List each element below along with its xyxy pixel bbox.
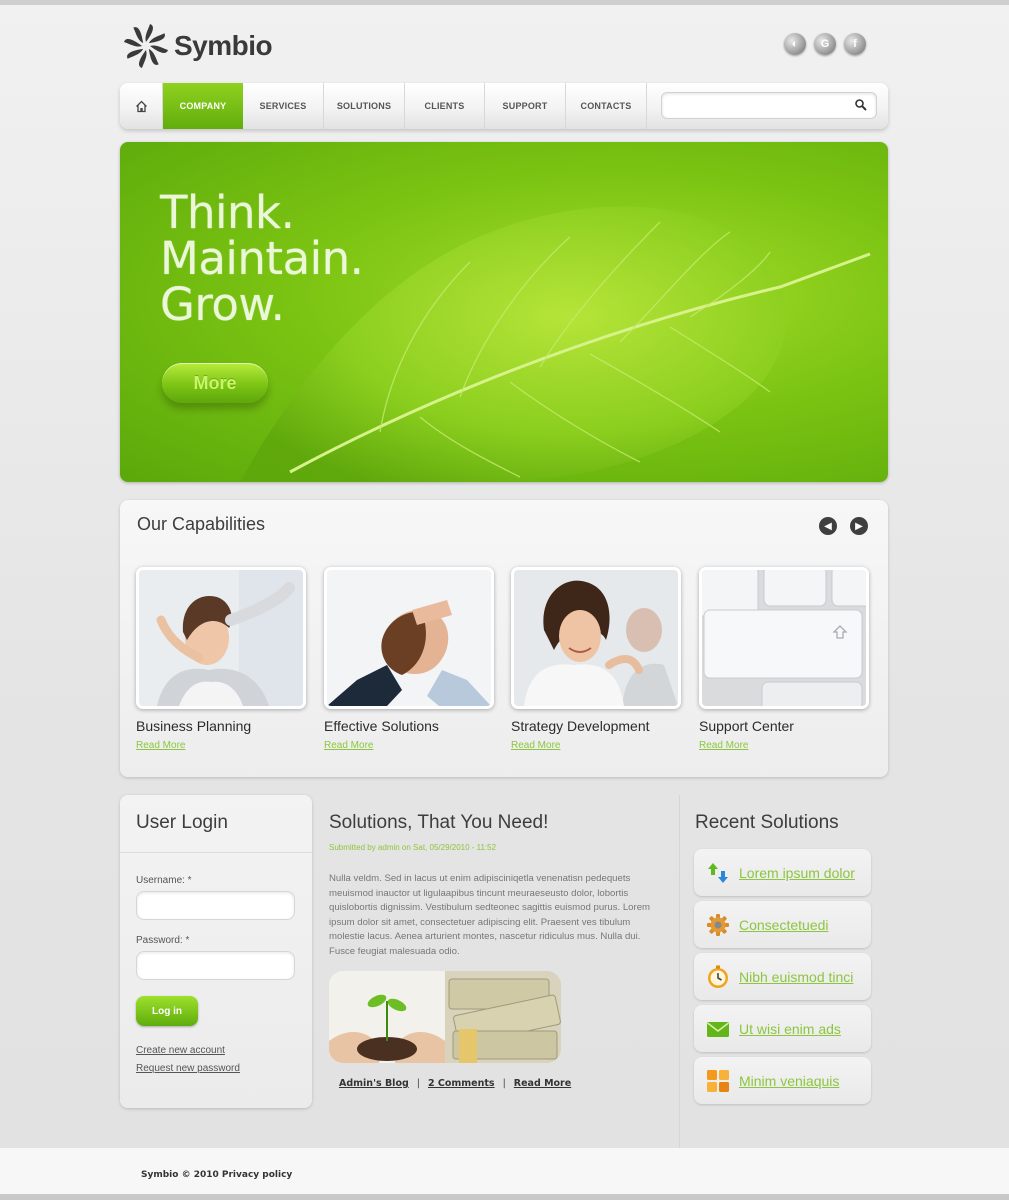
solutions-title: Solutions, That You Need! xyxy=(329,812,549,833)
login-title: User Login xyxy=(136,812,228,833)
divider xyxy=(120,852,312,853)
column-divider xyxy=(679,795,680,1150)
main-nav: COMPANY SERVICES SOLUTIONS CLIENTS SUPPO… xyxy=(120,83,888,129)
capabilities-panel: Our Capabilities ◀ ▶ Business Planning R… xyxy=(120,500,888,777)
read-more-link[interactable]: Read More xyxy=(514,1078,571,1089)
footer-text[interactable]: Symbio © 2010 Privacy policy xyxy=(141,1170,292,1180)
mail-icon xyxy=(707,1021,729,1037)
hero-line-3: Grow. xyxy=(160,278,285,331)
recent-item[interactable]: Lorem ipsum dolor xyxy=(694,849,871,896)
create-account-link[interactable]: Create new account xyxy=(136,1045,225,1056)
capability-title: Effective Solutions xyxy=(324,718,439,734)
recent-solutions-title: Recent Solutions xyxy=(695,812,839,833)
business-planning-image xyxy=(139,570,303,706)
post-body: Nulla veldm. Sed in lacus ut enim adipis… xyxy=(329,873,651,957)
post-meta: Submitted by admin on Sat, 05/29/2010 - … xyxy=(329,843,497,852)
recent-item[interactable]: Nibh euismod tinci xyxy=(694,953,871,1000)
read-more-link[interactable]: Read More xyxy=(511,740,681,751)
hero-line-2: Maintain. xyxy=(160,232,364,285)
search-icon[interactable] xyxy=(854,98,868,112)
username-field[interactable] xyxy=(136,891,295,920)
separator: | xyxy=(416,1078,420,1089)
brand-name: Symbio xyxy=(174,30,273,61)
more-button[interactable]: More xyxy=(162,363,268,403)
capability-image[interactable] xyxy=(136,567,306,709)
logo[interactable]: Symbio xyxy=(122,20,273,72)
capability-card: Strategy Development Read More xyxy=(511,567,681,751)
social-links: ◐ G f xyxy=(784,33,866,55)
capability-card: Support Center Read More xyxy=(699,567,869,751)
capability-title: Support Center xyxy=(699,718,794,734)
gear-icon xyxy=(707,913,729,936)
bottom-border xyxy=(0,1194,1009,1200)
search-box xyxy=(661,92,877,119)
capability-title: Business Planning xyxy=(136,718,252,734)
user-login-panel: User Login Username: * Password: * Log i… xyxy=(120,795,312,1108)
hero-headline: Think. Maintain. Grow. xyxy=(160,186,364,331)
password-label: Password: * xyxy=(136,935,190,946)
capability-image[interactable] xyxy=(511,567,681,709)
footer: Symbio © 2010 Privacy policy xyxy=(0,1148,1009,1194)
search-input[interactable] xyxy=(662,93,842,118)
recent-item-label: Ut wisi enim ads xyxy=(739,1020,841,1037)
nav-item-company[interactable]: COMPANY xyxy=(163,83,243,129)
recent-item-label: Minim veniaquis xyxy=(739,1072,840,1089)
separator: | xyxy=(502,1078,506,1089)
admin-blog-link[interactable]: Admin's Blog xyxy=(339,1078,409,1089)
hero-banner: Think. Maintain. Grow. More xyxy=(120,142,888,482)
nav-item-services[interactable]: SERVICES xyxy=(243,83,324,129)
read-more-link[interactable]: Read More xyxy=(324,740,494,751)
capability-image[interactable] xyxy=(324,567,494,709)
nav-item-clients[interactable]: CLIENTS xyxy=(405,83,485,129)
recent-item[interactable]: Minim veniaquis xyxy=(694,1057,871,1104)
google-icon[interactable]: G xyxy=(814,33,836,55)
hero-line-1: Think. xyxy=(160,186,295,239)
recent-item[interactable]: Ut wisi enim ads xyxy=(694,1005,871,1052)
nav-item-solutions[interactable]: SOLUTIONS xyxy=(324,83,405,129)
read-more-link[interactable]: Read More xyxy=(136,740,306,751)
read-more-link[interactable]: Read More xyxy=(699,740,869,751)
clock-icon xyxy=(708,965,728,988)
capabilities-title: Our Capabilities xyxy=(137,514,266,534)
log-in-button[interactable]: Log in xyxy=(136,996,198,1026)
rss-icon[interactable]: ◐ xyxy=(784,33,806,55)
capability-card: Business Planning Read More xyxy=(136,567,306,751)
request-password-link[interactable]: Request new password xyxy=(136,1063,240,1074)
effective-solutions-image xyxy=(327,570,491,706)
support-center-image xyxy=(702,570,866,706)
chevron-right-icon[interactable]: ▶ xyxy=(850,517,868,535)
capability-card: Effective Solutions Read More xyxy=(324,567,494,751)
facebook-icon[interactable]: f xyxy=(844,33,866,55)
nav-home[interactable] xyxy=(120,83,163,129)
arrows-icon xyxy=(708,862,728,883)
capability-image[interactable] xyxy=(699,567,869,709)
capability-title: Strategy Development xyxy=(511,718,650,734)
logo-icon xyxy=(124,24,168,68)
post-links: Admin's Blog | 2 Comments | Read More xyxy=(339,1078,571,1089)
post-image xyxy=(329,971,561,1063)
grid-icon xyxy=(707,1069,729,1092)
home-icon xyxy=(135,100,147,112)
recent-item[interactable]: Consectetuedi xyxy=(694,901,871,948)
recent-item-label: Nibh euismod tinci xyxy=(739,968,854,985)
recent-item-label: Consectetuedi xyxy=(739,916,829,933)
password-field[interactable] xyxy=(136,951,295,980)
comments-link[interactable]: 2 Comments xyxy=(428,1078,495,1089)
username-label: Username: * xyxy=(136,875,192,886)
nav-item-support[interactable]: SUPPORT xyxy=(485,83,566,129)
chevron-left-icon[interactable]: ◀ xyxy=(819,517,837,535)
strategy-development-image xyxy=(514,570,678,706)
recent-item-label: Lorem ipsum dolor xyxy=(739,864,855,881)
top-border xyxy=(0,0,1009,5)
nav-item-contacts[interactable]: CONTACTS xyxy=(566,83,647,129)
